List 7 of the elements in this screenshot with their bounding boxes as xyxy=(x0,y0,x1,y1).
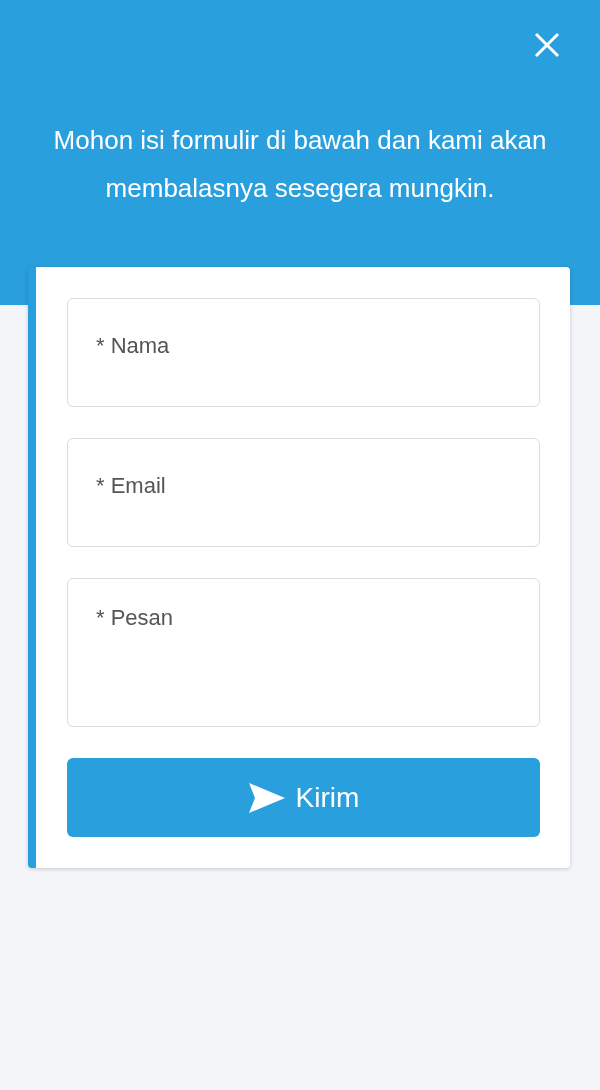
send-icon xyxy=(247,781,286,814)
input-field[interactable]: * Nama xyxy=(67,298,540,407)
input-field[interactable]: * Email xyxy=(67,438,540,547)
submit-button[interactable]: Kirim xyxy=(67,758,540,837)
message-field[interactable]: * Pesan xyxy=(67,578,540,727)
intro-text: Mohon isi formulir di bawah dan kami akan membalasnya sesegera mungkin. xyxy=(52,124,548,205)
close-icon[interactable] xyxy=(534,32,560,58)
